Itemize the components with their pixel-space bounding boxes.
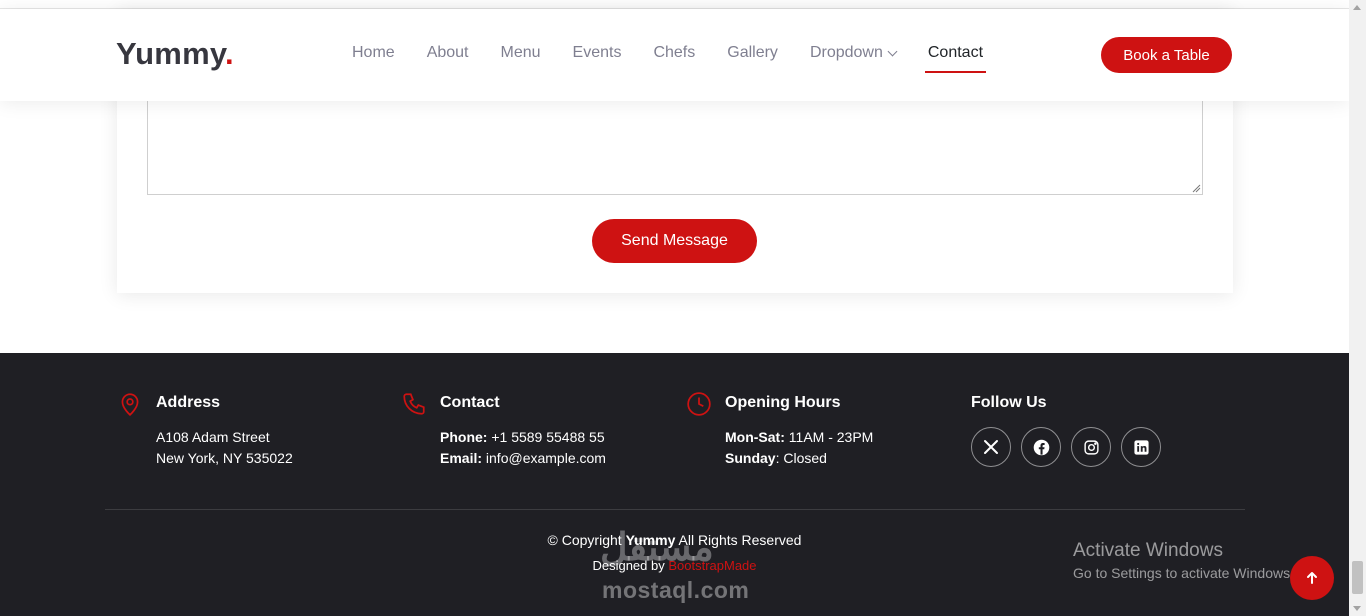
linkedin-link[interactable] <box>1121 427 1161 467</box>
nav-contact-label: Contact <box>927 44 984 61</box>
nav-gallery[interactable]: Gallery <box>711 44 794 62</box>
scroll-up-arrow-icon[interactable] <box>1353 5 1361 10</box>
instagram-icon <box>1083 439 1099 455</box>
nav-menu-label: Menu <box>500 44 541 61</box>
x-twitter-icon <box>984 440 998 454</box>
nav-contact[interactable]: Contact <box>912 44 999 73</box>
scroll-down-arrow-icon[interactable] <box>1353 606 1361 611</box>
arrow-up-icon <box>1307 572 1317 584</box>
nav-menu[interactable]: Menu <box>485 44 557 62</box>
nav-events[interactable]: Events <box>557 44 638 62</box>
send-message-button[interactable]: Send Message <box>592 219 757 263</box>
contact-phone: Phone: +1 5589 55488 55 <box>440 429 605 445</box>
phone-icon <box>403 393 425 415</box>
watermark-english: mostaql.com <box>602 577 750 603</box>
nav-home[interactable]: Home <box>336 44 411 62</box>
address-line-2: New York, NY 535022 <box>156 450 293 466</box>
email-value: info@example.com <box>482 450 606 466</box>
nav-about[interactable]: About <box>411 44 485 62</box>
scroll-thumb[interactable] <box>1352 561 1363 594</box>
logo-text: Yummy <box>116 36 225 71</box>
footer-divider <box>105 509 1245 510</box>
nav-home-label: Home <box>352 44 395 61</box>
nav-chefs-label: Chefs <box>653 44 696 61</box>
site-header: Yummy. Home About Menu Events Chefs Gall… <box>0 9 1349 101</box>
linkedin-icon <box>1133 439 1149 455</box>
nav-dropdown-label: Dropdown <box>809 44 883 61</box>
x-twitter-link[interactable] <box>971 427 1011 467</box>
site-footer: Address A108 Adam Street New York, NY 53… <box>0 353 1349 616</box>
sunday-label: Sunday <box>725 450 776 466</box>
scroll-top-button[interactable] <box>1290 556 1334 600</box>
facebook-icon <box>1033 439 1049 455</box>
address-title: Address <box>156 394 221 411</box>
weekday-value: 11AM - 23PM <box>784 429 874 445</box>
sunday-value: : Closed <box>775 450 827 466</box>
chevron-down-icon <box>887 46 898 56</box>
nav-about-label: About <box>426 44 469 61</box>
page-scrollbar[interactable] <box>1349 0 1366 616</box>
hours-title: Opening Hours <box>725 394 841 411</box>
instagram-link[interactable] <box>1071 427 1111 467</box>
contact-email: Email: info@example.com <box>440 450 606 466</box>
facebook-link[interactable] <box>1021 427 1061 467</box>
map-pin-icon <box>121 393 139 416</box>
resize-grip-icon[interactable] <box>1192 184 1201 193</box>
hours-sunday: Sunday: Closed <box>725 450 827 466</box>
logo-dot: . <box>224 36 234 71</box>
logo[interactable]: Yummy. <box>116 36 234 72</box>
activate-windows-title: Activate Windows <box>1073 540 1223 561</box>
follow-title: Follow Us <box>971 394 1047 411</box>
page-top-edge <box>0 0 1349 9</box>
activate-windows-subtitle: Go to Settings to activate Windows. <box>1073 565 1294 581</box>
clock-icon <box>687 392 711 416</box>
nav-gallery-label: Gallery <box>727 44 778 61</box>
phone-value: +1 5589 55488 55 <box>487 429 605 445</box>
weekday-label: Mon-Sat: <box>725 429 785 445</box>
book-a-table-button[interactable]: Book a Table <box>1101 37 1232 73</box>
watermark-arabic: مستقل <box>600 527 714 569</box>
social-links <box>971 427 1161 467</box>
main-nav: Home About Menu Events Chefs Gallery Dro… <box>336 44 999 73</box>
contact-title: Contact <box>440 394 500 411</box>
hours-weekday: Mon-Sat: 11AM - 23PM <box>725 429 873 445</box>
phone-label: Phone: <box>440 429 488 445</box>
nav-events-label: Events <box>572 44 622 61</box>
nav-dropdown[interactable]: Dropdown <box>794 44 912 62</box>
nav-chefs[interactable]: Chefs <box>637 44 711 62</box>
email-label: Email: <box>440 450 483 466</box>
address-line-1: A108 Adam Street <box>156 429 270 445</box>
